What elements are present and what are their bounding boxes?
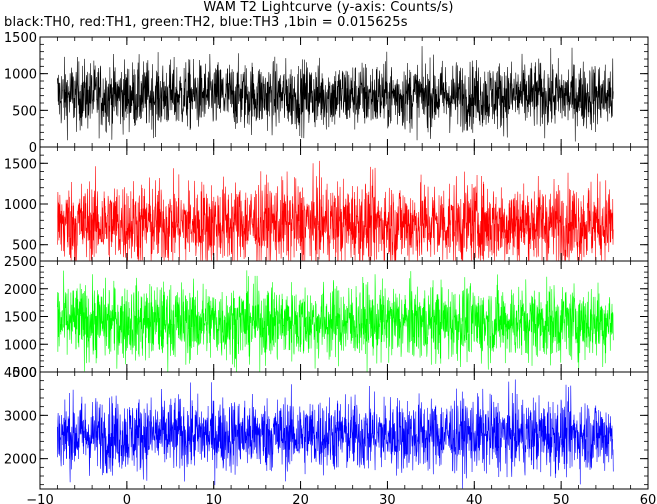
y-tick-label: 1000 (4, 68, 37, 83)
panel-th2: 5001000150020002500 (4, 255, 649, 381)
y-tick-label: 2000 (4, 453, 37, 468)
y-tick-label: 0 (29, 141, 37, 156)
y-tick-label: 1500 (4, 157, 37, 172)
chart-svg: 0500100015005001000150050010001500200025… (4, 31, 657, 504)
y-tick-label: 3000 (4, 409, 37, 424)
y-tick-label: 1000 (4, 198, 37, 213)
panel-th3: 2000 3000 4000 (4, 366, 649, 490)
y-tick-label: 500 (12, 104, 37, 119)
x-tick-label: 0 (123, 493, 131, 504)
series-line-th2 (57, 270, 614, 372)
lightcurve-figure: WAM T2 Lightcurve (y-axis: Counts/s) bla… (0, 0, 657, 504)
x-tick-label: 50 (553, 493, 570, 504)
y-tick-label: 1500 (4, 31, 37, 46)
x-tick-label: 10 (205, 493, 222, 504)
x-tick-label: 30 (379, 493, 396, 504)
y-tick-label: 2000 (4, 283, 37, 298)
y-tick-label: 1000 (4, 338, 37, 353)
panel-th0: 0 500 1000 1500 (4, 31, 649, 156)
x-tick-label: 20 (292, 493, 309, 504)
y-tick-label: 1500 (4, 311, 37, 326)
x-tick-label: 60 (640, 493, 657, 504)
panel-th1: 500 1000 1500 (4, 146, 649, 262)
series-line-th3 (57, 379, 614, 489)
x-tick-label: 40 (466, 493, 483, 504)
y-tick-label: 2500 (4, 255, 37, 270)
y-tick-label: 500 (12, 239, 37, 254)
y-tick-label: 4000 (4, 366, 37, 381)
x-tick-label: −10 (26, 493, 53, 504)
series-line-th1 (57, 160, 614, 261)
series-line-th0 (57, 46, 614, 142)
